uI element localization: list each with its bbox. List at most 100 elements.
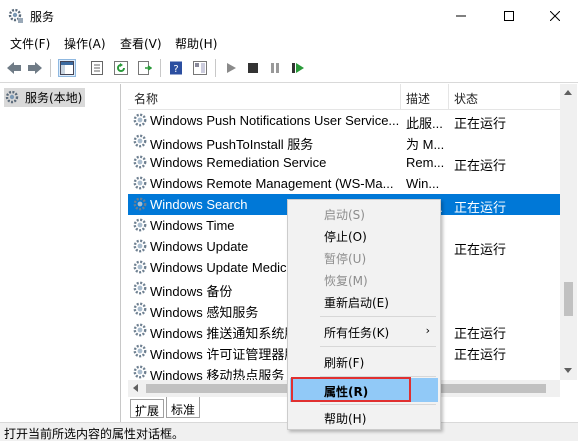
menu-view[interactable]: 查看(V) xyxy=(120,35,162,52)
service-status: 正在运行 xyxy=(454,347,507,362)
stop-service-button[interactable] xyxy=(244,59,262,77)
menu-item-help[interactable]: 帮助(H) xyxy=(290,406,438,428)
scroll-up-arrow-icon[interactable] xyxy=(564,90,572,95)
forward-arrow-icon xyxy=(28,62,42,74)
menu-help[interactable]: 帮助(H) xyxy=(175,35,217,52)
close-icon xyxy=(550,10,560,21)
column-header-status[interactable]: 状态 xyxy=(454,84,554,109)
menu-item-refresh-label: 刷新(F) xyxy=(324,356,365,370)
service-gear-icon xyxy=(132,175,148,191)
service-gear-icon xyxy=(132,343,148,359)
properties-sheet-icon xyxy=(91,61,103,75)
menu-action[interactable]: 操作(A) xyxy=(64,35,106,52)
service-gear-icon xyxy=(132,217,148,233)
menu-separator xyxy=(320,404,436,405)
start-service-button[interactable] xyxy=(222,59,240,77)
context-menu: 启动(S) 停止(O) 暂停(U) 恢复(M) 重新启动(E) 所有任务(K) ›… xyxy=(287,199,441,430)
menu-item-stop[interactable]: 停止(O) xyxy=(290,224,438,246)
service-gear-icon xyxy=(132,238,148,254)
minimize-button[interactable] xyxy=(438,0,484,31)
pause-service-button[interactable] xyxy=(266,59,284,77)
toolbar-separator xyxy=(50,59,51,77)
toolbar-separator xyxy=(215,59,216,77)
column-header-name[interactable]: 名称 xyxy=(134,84,402,109)
menu-item-all-tasks-label: 所有任务(K) xyxy=(324,326,390,340)
menu-separator xyxy=(320,316,436,317)
service-gear-icon xyxy=(132,322,148,338)
service-gear-icon xyxy=(132,196,148,212)
services-gear-icon xyxy=(5,90,19,103)
vertical-scrollbar[interactable] xyxy=(560,84,577,380)
service-description: 为 M... xyxy=(406,137,445,152)
tab-standard[interactable]: 标准 xyxy=(166,397,201,418)
highlight-annotation-box xyxy=(291,377,411,402)
submenu-chevron-icon: › xyxy=(425,324,430,337)
play-icon xyxy=(227,63,236,73)
column-divider[interactable] xyxy=(400,84,401,109)
menu-item-resume[interactable]: 恢复(M) xyxy=(290,268,438,290)
window-title: 服务 xyxy=(30,10,55,24)
service-name: Windows PushToInstall 服务 xyxy=(150,137,314,152)
export-list-button[interactable] xyxy=(136,59,154,77)
service-name: Windows Remote Management (WS-Ma... xyxy=(150,176,394,191)
menu-item-pause-label: 暂停(U) xyxy=(324,252,367,266)
column-header-name-label: 名称 xyxy=(134,92,159,106)
menu-item-stop-label: 停止(O) xyxy=(324,230,367,244)
toolbar-separator xyxy=(160,59,161,77)
service-description: 此服... xyxy=(406,116,443,131)
table-row[interactable]: Windows Remediation Service Rem... 正在运行 xyxy=(128,152,560,173)
menu-item-start[interactable]: 启动(S) xyxy=(290,202,438,224)
table-row[interactable]: Windows PushToInstall 服务 为 M... xyxy=(128,131,560,152)
column-divider[interactable] xyxy=(448,84,449,109)
menu-item-restart[interactable]: 重新启动(E) xyxy=(290,290,438,312)
view-toolbar-button[interactable] xyxy=(191,59,209,77)
menu-file[interactable]: 文件(F) xyxy=(10,35,50,52)
tab-standard-label: 标准 xyxy=(171,403,196,417)
stop-icon xyxy=(248,63,258,73)
refresh-toolbar-button[interactable] xyxy=(112,59,130,77)
help-toolbar-button[interactable]: ? xyxy=(167,59,185,77)
maximize-button[interactable] xyxy=(486,0,532,31)
pause-icon xyxy=(271,63,279,73)
menu-item-refresh[interactable]: 刷新(F) xyxy=(290,350,438,372)
maximize-icon xyxy=(504,10,514,21)
tree-node-label: 服务(本地) xyxy=(25,91,83,105)
view-pane-icon xyxy=(193,61,207,75)
back-button[interactable] xyxy=(5,59,23,77)
menu-item-resume-label: 恢复(M) xyxy=(324,274,368,288)
scroll-left-arrow-icon[interactable] xyxy=(133,384,138,392)
show-hide-tree-button[interactable] xyxy=(58,59,76,77)
forward-button[interactable] xyxy=(26,59,44,77)
minimize-icon xyxy=(456,15,466,16)
menu-item-start-label: 启动(S) xyxy=(324,208,365,222)
column-header-status-label: 状态 xyxy=(454,92,479,106)
toolbar: ? xyxy=(0,53,578,83)
menu-item-pause[interactable]: 暂停(U) xyxy=(290,246,438,268)
vertical-scroll-thumb[interactable] xyxy=(564,282,573,316)
menu-item-restart-label: 重新启动(E) xyxy=(324,296,389,310)
restart-service-button[interactable] xyxy=(289,59,307,77)
svg-text:?: ? xyxy=(173,64,178,75)
scroll-down-arrow-icon[interactable] xyxy=(564,368,572,373)
title-bar: 服务 xyxy=(0,0,578,31)
service-gear-icon xyxy=(132,112,148,128)
service-gear-icon xyxy=(132,154,148,170)
tab-extended-label: 扩展 xyxy=(135,404,160,418)
tree-node-services-local[interactable]: 服务(本地) xyxy=(4,88,86,107)
service-description: Rem... xyxy=(406,155,445,170)
close-button[interactable] xyxy=(532,0,578,31)
tab-extended[interactable]: 扩展 xyxy=(130,399,165,418)
service-name: Windows Push Notifications User Service.… xyxy=(150,113,400,128)
service-gear-icon xyxy=(132,280,148,296)
menu-item-all-tasks[interactable]: 所有任务(K) › xyxy=(290,320,438,342)
service-gear-icon xyxy=(132,301,148,317)
table-row[interactable]: Windows Remote Management (WS-Ma... Win..… xyxy=(128,173,560,194)
services-gear-icon xyxy=(8,8,23,23)
export-list-icon xyxy=(138,61,152,75)
properties-toolbar-button[interactable] xyxy=(88,59,106,77)
column-header-description[interactable]: 描述 xyxy=(406,84,450,109)
table-row[interactable]: Windows Push Notifications User Service.… xyxy=(128,110,560,131)
restart-icon xyxy=(292,63,304,73)
service-name: Windows Remediation Service xyxy=(150,155,327,170)
console-tree-icon xyxy=(60,61,74,75)
